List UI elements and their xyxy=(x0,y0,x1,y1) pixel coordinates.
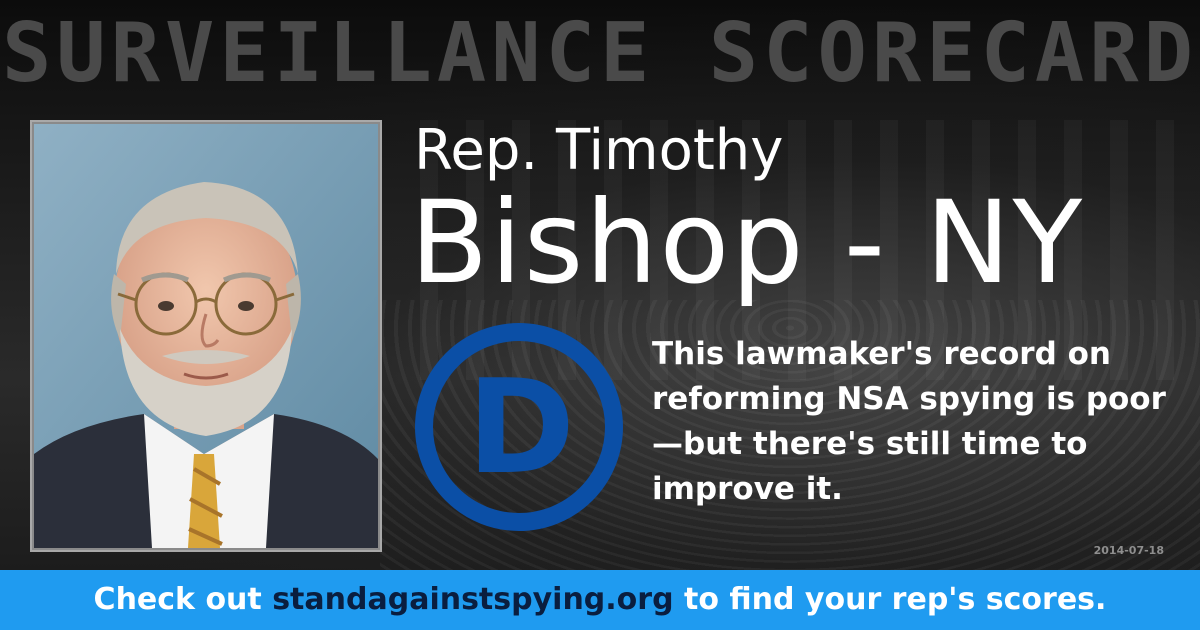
democratic-party-logo-icon: D xyxy=(415,323,623,531)
scorecard-title: SURVEILLANCE SCORECARD xyxy=(1,6,1199,101)
portrait-photo xyxy=(34,124,378,548)
portrait-frame xyxy=(30,120,382,552)
date-stamp: 2014-07-18 xyxy=(1093,544,1164,557)
scorecard-card: SURVEILLANCE SCORECARD Rep. Timothy Bish… xyxy=(0,0,1200,630)
call-to-action-bar: Check out standagainstspying.org to find… xyxy=(0,570,1200,630)
record-statement: This lawmaker's record on reforming NSA … xyxy=(652,336,1166,507)
party-letter: D xyxy=(467,351,575,503)
cta-link[interactable]: standagainstspying.org xyxy=(272,582,673,617)
cta-prefix: Check out xyxy=(93,582,273,617)
representative-surname-state: Bishop - NY xyxy=(410,176,1085,309)
cta-suffix: to find your rep's scores. xyxy=(673,582,1107,617)
